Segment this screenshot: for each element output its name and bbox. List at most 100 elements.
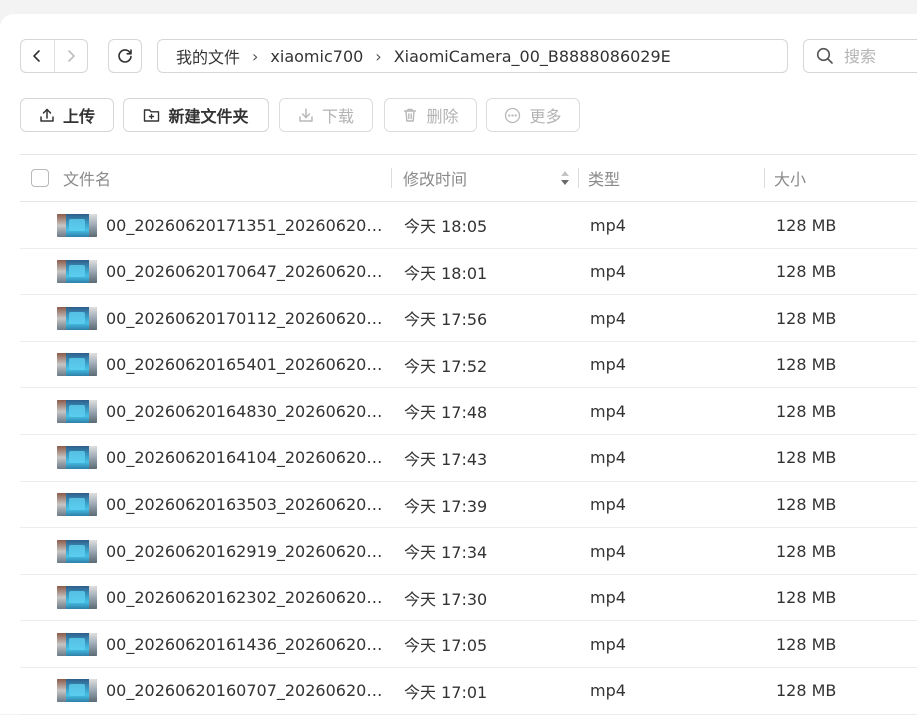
- file-name[interactable]: 00_20260620164830_20260620…: [106, 388, 382, 434]
- file-type: mp4: [590, 588, 626, 608]
- chevron-right-icon: [67, 50, 75, 62]
- file-size: 128 MB: [776, 634, 837, 654]
- new-folder-label: 新建文件夹: [168, 107, 249, 126]
- file-size: 128 MB: [776, 308, 837, 328]
- video-thumbnail: [57, 388, 97, 434]
- video-thumbnail: [57, 342, 97, 388]
- video-thumbnail: [57, 621, 97, 667]
- file-size: 128 MB: [776, 448, 837, 468]
- file-type: mp4: [590, 308, 626, 328]
- search-box[interactable]: [803, 39, 917, 73]
- delete-label: 删除: [426, 107, 459, 126]
- column-header-type[interactable]: 类型: [588, 155, 620, 201]
- file-modified: 今天 17:05: [404, 636, 488, 656]
- file-size: 128 MB: [776, 355, 837, 375]
- file-type: mp4: [590, 634, 626, 654]
- file-type: mp4: [590, 448, 626, 468]
- file-name[interactable]: 00_20260620162919_20260620…: [106, 528, 382, 574]
- table-row[interactable]: 00_20260620164830_20260620… 今天 17:48 mp4 12…: [20, 388, 917, 435]
- more-label: 更多: [529, 107, 562, 126]
- upload-button[interactable]: 上传: [20, 98, 114, 132]
- file-type: mp4: [590, 262, 626, 282]
- column-divider[interactable]: [764, 168, 765, 188]
- file-size: 128 MB: [776, 681, 837, 701]
- file-size: 128 MB: [776, 588, 837, 608]
- video-thumbnail: [57, 202, 97, 248]
- upload-label: 上传: [62, 107, 95, 126]
- more-button[interactable]: 更多: [486, 98, 580, 132]
- table-row[interactable]: 00_20260620165401_20260620… 今天 17:52 mp4 12…: [20, 342, 917, 389]
- table-row[interactable]: 00_20260620171351_20260620… 今天 18:05 mp4 12…: [20, 202, 917, 249]
- forward-button[interactable]: [53, 40, 88, 72]
- breadcrumb-item-root[interactable]: 我的文件: [176, 44, 240, 68]
- video-thumbnail: [57, 435, 97, 481]
- trash-icon: [404, 108, 417, 122]
- file-name[interactable]: 00_20260620161436_20260620…: [106, 621, 382, 667]
- table-row[interactable]: 00_20260620162302_20260620… 今天 17:30 mp4 12…: [20, 575, 917, 622]
- column-header-name[interactable]: 文件名: [63, 155, 111, 201]
- breadcrumb: 我的文件 › xiaomic700 › XiaomiCamera_00_B888…: [157, 39, 788, 73]
- video-thumbnail: [57, 482, 97, 528]
- file-size: 128 MB: [776, 262, 837, 282]
- history-nav: [20, 39, 88, 73]
- file-modified: 今天 17:39: [404, 496, 488, 516]
- file-size: 128 MB: [776, 401, 837, 421]
- file-name[interactable]: 00_20260620162302_20260620…: [106, 575, 382, 621]
- file-type: mp4: [590, 355, 626, 375]
- table-row[interactable]: 00_20260620161436_20260620… 今天 17:05 mp4 12…: [20, 621, 917, 668]
- file-name[interactable]: 00_20260620170112_20260620…: [106, 295, 382, 341]
- download-button[interactable]: 下载: [279, 98, 373, 132]
- video-thumbnail: [57, 528, 97, 574]
- file-name[interactable]: 00_20260620165401_20260620…: [106, 342, 382, 388]
- sort-icon[interactable]: [560, 155, 570, 201]
- table-row[interactable]: 00_20260620170647_20260620… 今天 18:01 mp4 12…: [20, 249, 917, 296]
- video-thumbnail: [57, 295, 97, 341]
- file-size: 128 MB: [776, 541, 837, 561]
- file-name[interactable]: 00_20260620164104_20260620…: [106, 435, 382, 481]
- new-folder-button[interactable]: 新建文件夹: [123, 98, 269, 132]
- file-type: mp4: [590, 215, 626, 235]
- file-type: mp4: [590, 495, 626, 515]
- back-button[interactable]: [21, 40, 54, 72]
- new-folder-icon: [144, 109, 160, 122]
- chevron-right-icon: ›: [375, 46, 382, 66]
- file-type: mp4: [590, 681, 626, 701]
- search-icon: [816, 47, 833, 64]
- search-input[interactable]: [842, 45, 917, 67]
- breadcrumb-item-device[interactable]: xiaomic700: [270, 47, 363, 66]
- file-modified: 今天 18:05: [404, 217, 488, 236]
- file-modified: 今天 17:43: [404, 449, 488, 469]
- breadcrumb-item-current[interactable]: XiaomiCamera_00_B8888086029E: [394, 47, 671, 66]
- refresh-button[interactable]: [108, 39, 142, 73]
- file-modified: 今天 17:56: [404, 310, 488, 330]
- file-type: mp4: [590, 401, 626, 421]
- video-thumbnail: [57, 575, 97, 621]
- file-modified: 今天 17:30: [404, 589, 488, 609]
- video-thumbnail: [57, 668, 97, 714]
- column-divider[interactable]: [391, 168, 392, 188]
- file-type: mp4: [590, 541, 626, 561]
- refresh-icon: [118, 49, 132, 63]
- download-icon: [299, 108, 313, 122]
- file-name[interactable]: 00_20260620160707_20260620…: [106, 668, 382, 714]
- video-thumbnail: [57, 249, 97, 295]
- column-header-modified[interactable]: 修改时间: [403, 155, 467, 201]
- select-all-checkbox[interactable]: [31, 155, 49, 201]
- column-header-size[interactable]: 大小: [774, 155, 806, 201]
- file-modified: 今天 17:52: [404, 356, 488, 376]
- file-size: 128 MB: [776, 495, 837, 515]
- file-modified: 今天 17:01: [404, 682, 488, 702]
- table-row[interactable]: 00_20260620164104_20260620… 今天 17:43 mp4 12…: [20, 435, 917, 482]
- file-name[interactable]: 00_20260620171351_20260620…: [106, 202, 382, 248]
- column-divider[interactable]: [578, 168, 579, 188]
- chevron-right-icon: ›: [252, 46, 259, 66]
- table-row[interactable]: 00_20260620162919_20260620… 今天 17:34 mp4 12…: [20, 528, 917, 575]
- file-modified: 今天 17:34: [404, 543, 488, 563]
- file-name[interactable]: 00_20260620163503_20260620…: [106, 482, 382, 528]
- table-row[interactable]: 00_20260620170112_20260620… 今天 17:56 mp4 12…: [20, 295, 917, 342]
- file-name[interactable]: 00_20260620170647_20260620…: [106, 249, 382, 295]
- more-icon: [505, 107, 521, 123]
- table-row[interactable]: 00_20260620160707_20260620… 今天 17:01 mp4 12…: [20, 668, 917, 715]
- delete-button[interactable]: 删除: [384, 98, 477, 132]
- table-row[interactable]: 00_20260620163503_20260620… 今天 17:39 mp4 12…: [20, 482, 917, 529]
